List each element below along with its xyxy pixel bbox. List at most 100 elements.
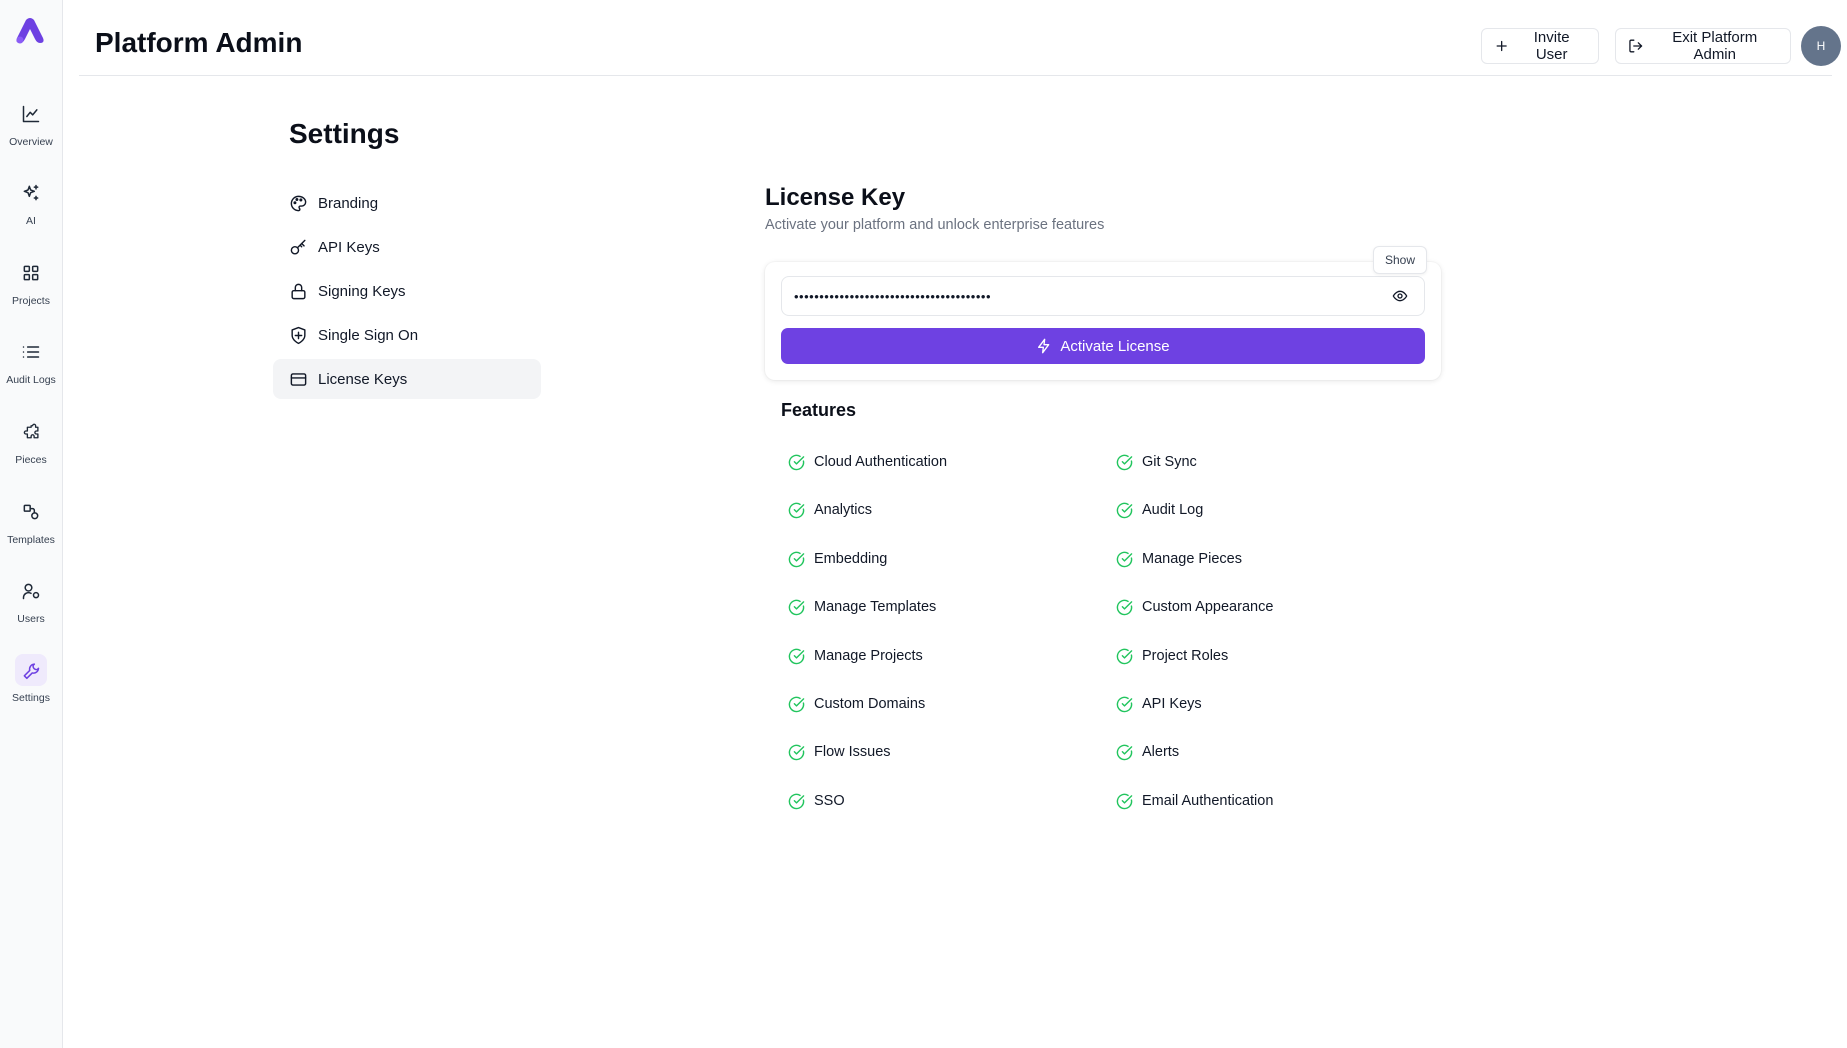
check-circle-icon bbox=[1116, 599, 1133, 615]
show-tooltip: Show bbox=[1373, 246, 1428, 274]
eye-icon bbox=[1392, 290, 1408, 302]
rail-item-projects[interactable]: Projects bbox=[0, 251, 62, 321]
puzzle-icon bbox=[23, 423, 39, 439]
feature-label: Cloud Authentication bbox=[814, 454, 948, 470]
feature-label: Manage Pieces bbox=[1142, 551, 1242, 567]
rail-label: Templates bbox=[7, 534, 55, 546]
card-icon bbox=[290, 372, 307, 386]
shapes-icon bbox=[23, 504, 39, 520]
check-circle-icon bbox=[1116, 648, 1133, 664]
grid-icon bbox=[23, 265, 39, 281]
rail-label: Overview bbox=[9, 136, 53, 148]
check-circle-icon bbox=[788, 599, 805, 615]
invite-user-button[interactable]: Invite User bbox=[1481, 28, 1599, 64]
check-circle-icon bbox=[788, 551, 805, 567]
sparkles-icon bbox=[23, 184, 39, 201]
feature-label: Manage Projects bbox=[814, 648, 923, 664]
feature-item: Custom Appearance bbox=[1116, 595, 1273, 619]
feature-item: Git Sync bbox=[1116, 450, 1197, 474]
check-circle-icon bbox=[1116, 502, 1133, 518]
top-header: Platform Admin Invite User Exit Platform… bbox=[79, 0, 1832, 76]
feature-item: Flow Issues bbox=[788, 740, 891, 764]
rail-label: Pieces bbox=[15, 454, 47, 466]
check-circle-icon bbox=[1116, 793, 1133, 809]
activate-license-label: Activate License bbox=[1060, 337, 1170, 355]
rail-item-audit-logs[interactable]: Audit Logs bbox=[0, 330, 62, 400]
feature-label: Audit Log bbox=[1142, 502, 1204, 518]
rail-item-ai[interactable]: AI bbox=[0, 171, 62, 241]
settings-nav-signing-keys[interactable]: Signing Keys bbox=[273, 271, 541, 311]
feature-item: Alerts bbox=[1116, 740, 1179, 764]
key-icon bbox=[290, 239, 306, 255]
feature-label: Custom Domains bbox=[814, 696, 926, 712]
license-key-input[interactable] bbox=[781, 276, 1425, 316]
feature-label: API Keys bbox=[1142, 696, 1202, 712]
features-title: Features bbox=[781, 400, 857, 420]
feature-item: Manage Templates bbox=[788, 595, 936, 619]
check-circle-icon bbox=[788, 648, 805, 664]
feature-item: Audit Log bbox=[1116, 498, 1203, 522]
check-circle-icon bbox=[788, 502, 805, 518]
settings-nav-label: Single Sign On bbox=[318, 326, 419, 344]
feature-item: Manage Projects bbox=[788, 644, 923, 668]
rail-label: Settings bbox=[12, 692, 50, 704]
activate-license-button[interactable]: Activate License bbox=[781, 328, 1425, 364]
license-key-subtitle: Activate your platform and unlock enterp… bbox=[765, 217, 1105, 233]
exit-platform-admin-label: Exit Platform Admin bbox=[1672, 29, 1758, 63]
check-circle-icon bbox=[788, 744, 805, 760]
settings-nav-label: Branding bbox=[318, 194, 379, 212]
check-circle-icon bbox=[788, 696, 805, 712]
rail-label: AI bbox=[26, 215, 36, 227]
settings-nav-api-keys[interactable]: API Keys bbox=[273, 227, 541, 267]
feature-item: Analytics bbox=[788, 498, 872, 522]
rail-item-templates[interactable]: Templates bbox=[0, 490, 62, 560]
check-circle-icon bbox=[788, 454, 805, 470]
toggle-visibility-button[interactable] bbox=[1388, 284, 1412, 308]
log-out-icon bbox=[1629, 39, 1643, 53]
feature-item: API Keys bbox=[1116, 692, 1202, 716]
settings-nav-label: License Keys bbox=[318, 370, 408, 388]
brand-logo-icon[interactable] bbox=[14, 18, 46, 46]
invite-user-label: Invite User bbox=[1533, 29, 1570, 63]
settings-nav-label: Signing Keys bbox=[318, 282, 406, 300]
app-root: Overview AI Projects Audit Logs Pieces T… bbox=[0, 0, 1847, 1048]
feature-item: Project Roles bbox=[1116, 644, 1228, 668]
feature-label: Analytics bbox=[814, 502, 873, 518]
lock-icon bbox=[291, 283, 306, 299]
plus-icon bbox=[1496, 40, 1507, 52]
exit-platform-admin-button[interactable]: Exit Platform Admin bbox=[1615, 28, 1791, 64]
feature-label: SSO bbox=[814, 793, 845, 809]
feature-label: Git Sync bbox=[1142, 454, 1197, 470]
check-circle-icon bbox=[1116, 454, 1133, 470]
settings-nav-license-keys[interactable]: License Keys bbox=[273, 359, 541, 399]
feature-label: Email Authentication bbox=[1142, 793, 1274, 809]
feature-item: Manage Pieces bbox=[1116, 547, 1242, 571]
rail-item-pieces[interactable]: Pieces bbox=[0, 410, 62, 480]
feature-item: SSO bbox=[788, 789, 845, 813]
rail-label: Users bbox=[17, 613, 45, 625]
check-circle-icon bbox=[1116, 696, 1133, 712]
feature-label: Custom Appearance bbox=[1142, 599, 1274, 615]
check-circle-icon bbox=[788, 793, 805, 809]
zap-icon bbox=[1038, 338, 1050, 354]
license-key-title: License Key bbox=[765, 184, 906, 211]
rail-item-overview[interactable]: Overview bbox=[0, 92, 62, 162]
feature-label: Manage Templates bbox=[814, 599, 937, 615]
check-circle-icon bbox=[1116, 551, 1133, 567]
rail-label: Projects bbox=[12, 295, 50, 307]
feature-label: Alerts bbox=[1142, 744, 1180, 760]
rail-item-users[interactable]: Users bbox=[0, 569, 62, 639]
feature-label: Flow Issues bbox=[814, 744, 891, 760]
feature-label: Project Roles bbox=[1142, 648, 1229, 664]
avatar[interactable]: H bbox=[1801, 26, 1841, 66]
list-icon bbox=[22, 346, 40, 358]
rail-label: Audit Logs bbox=[6, 374, 56, 386]
settings-nav-branding[interactable]: Branding bbox=[273, 183, 541, 223]
rail-item-settings[interactable]: Settings bbox=[0, 648, 62, 718]
page-title: Platform Admin bbox=[95, 27, 303, 58]
feature-item: Embedding bbox=[788, 547, 887, 571]
shield-icon bbox=[291, 326, 306, 344]
feature-item: Custom Domains bbox=[788, 692, 925, 716]
palette-icon bbox=[290, 195, 307, 211]
settings-nav-single-sign-on[interactable]: Single Sign On bbox=[273, 315, 541, 355]
